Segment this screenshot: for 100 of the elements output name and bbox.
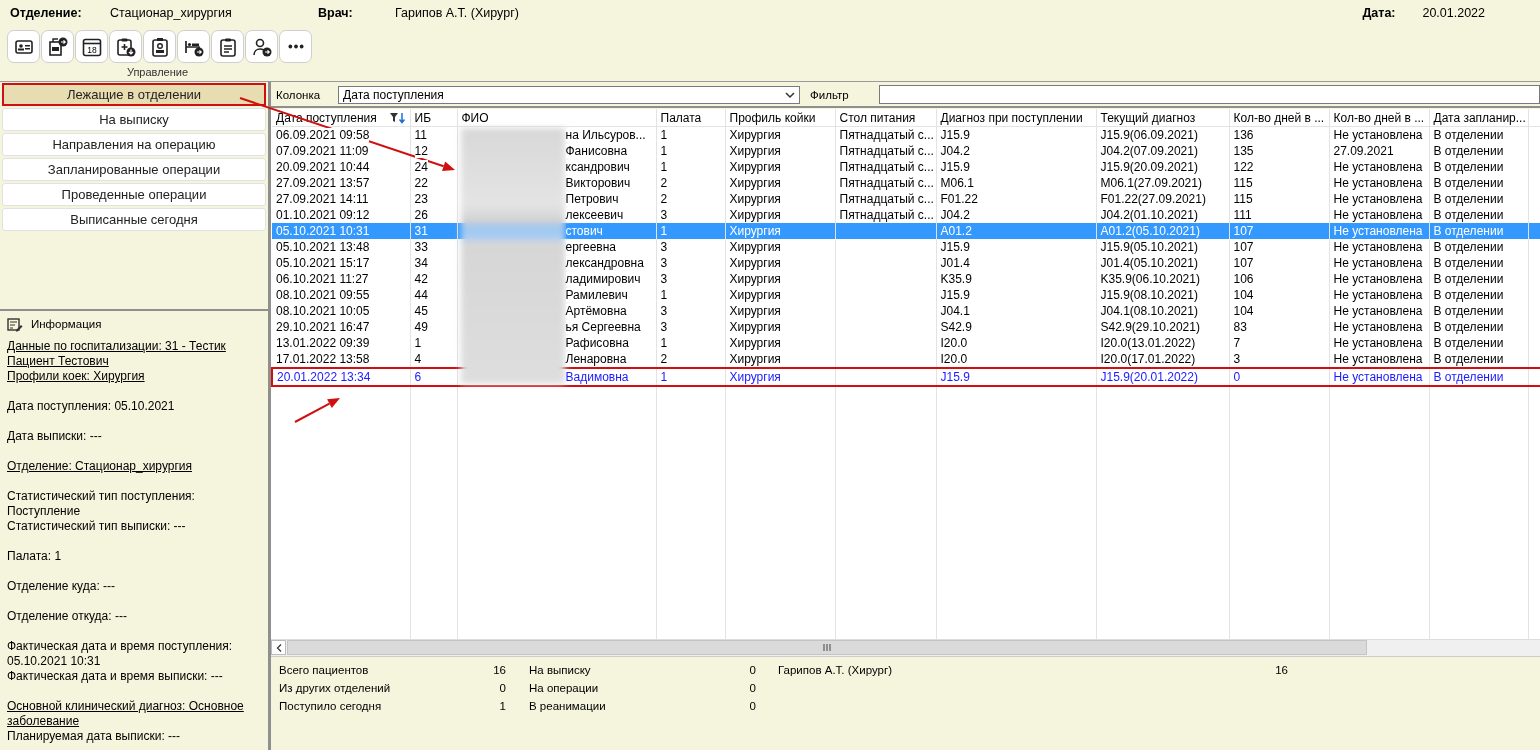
table-cell: Не установлена bbox=[1329, 335, 1429, 351]
column-header[interactable]: Текущий диагноз bbox=[1096, 109, 1229, 127]
clipboard-plus-button[interactable] bbox=[109, 30, 142, 63]
table-cell: 1 bbox=[656, 223, 725, 239]
table-cell: Хирургия bbox=[725, 271, 835, 287]
table-cell: Не установлена bbox=[1329, 368, 1429, 386]
filter-field[interactable] bbox=[878, 85, 1540, 104]
table-cell: 12 bbox=[410, 143, 457, 159]
filter-sort-icon bbox=[389, 111, 406, 124]
chevron-left-icon bbox=[275, 643, 282, 652]
person-arrow-button[interactable] bbox=[245, 30, 278, 63]
info-text: Дата выписки: --- bbox=[7, 429, 103, 444]
table-cell: Не установлена bbox=[1329, 319, 1429, 335]
department-name: Стационар_хирургия bbox=[110, 5, 233, 20]
bed-arrow-button[interactable] bbox=[177, 30, 210, 63]
table-cell: S42.9 bbox=[936, 319, 1096, 335]
table-cell: J15.9(20.09.2021) bbox=[1096, 159, 1229, 175]
info-link[interactable]: Данные по госпитализации: 31 - Тестик Пациент Тестович bbox=[7, 339, 257, 369]
table-cell: 31 bbox=[410, 223, 457, 239]
table-cell: В отделении bbox=[1429, 223, 1528, 239]
table-cell: Пятнадцатый с... bbox=[835, 207, 936, 223]
table-cell: В отделении bbox=[1429, 255, 1528, 271]
clipboard-button[interactable] bbox=[211, 30, 244, 63]
table-cell: J15.9 bbox=[936, 239, 1096, 255]
table-cell: Не установлена bbox=[1329, 207, 1429, 223]
table-cell: J04.2 bbox=[936, 207, 1096, 223]
column-header[interactable]: Дата поступления bbox=[272, 109, 410, 127]
scroll-left-button[interactable] bbox=[271, 640, 286, 655]
table-cell: J01.4 bbox=[936, 255, 1096, 271]
table-cell: J15.9(08.10.2021) bbox=[1096, 287, 1229, 303]
table-cell: Хирургия bbox=[725, 303, 835, 319]
table-cell: Пятнадцатый с... bbox=[835, 143, 936, 159]
table-cell: I20.0 bbox=[936, 335, 1096, 351]
table-cell: 45 bbox=[410, 303, 457, 319]
table-cell: 3 bbox=[656, 271, 725, 287]
column-header[interactable]: Стол питания bbox=[835, 109, 936, 127]
column-header[interactable]: Диагноз при поступлении bbox=[936, 109, 1096, 127]
column-header[interactable]: Кол-во дней в ... bbox=[1229, 109, 1329, 127]
table-cell: 05.10.2021 10:31 bbox=[272, 223, 410, 239]
table-cell: 107 bbox=[1229, 255, 1329, 271]
document-arrow-button[interactable] bbox=[41, 30, 74, 63]
table-cell: 1 bbox=[656, 143, 725, 159]
table-cell: S42.9(29.10.2021) bbox=[1096, 319, 1229, 335]
scrollbar-thumb[interactable] bbox=[287, 640, 1367, 655]
annotation-arrow bbox=[294, 398, 340, 423]
table-cell: 33 bbox=[410, 239, 457, 255]
column-header[interactable]: Дата запланир... bbox=[1429, 109, 1528, 127]
column-header[interactable]: ФИО bbox=[457, 109, 656, 127]
info-link[interactable]: Отделение: Стационар_хирургия bbox=[7, 459, 257, 474]
more-button[interactable] bbox=[279, 30, 312, 63]
info-text: Отделение куда: --- bbox=[7, 579, 117, 594]
table-cell: K35.9(06.10.2021) bbox=[1096, 271, 1229, 287]
table-cell: Пятнадцатый с... bbox=[835, 159, 936, 175]
table-cell: J15.9 bbox=[936, 368, 1096, 386]
nav-button[interactable]: Выписанные сегодня bbox=[2, 208, 266, 231]
nav-button[interactable]: Лежащие в отделении bbox=[2, 83, 266, 106]
column-header[interactable]: Палата bbox=[656, 109, 725, 127]
table-cell: Не установлена bbox=[1329, 191, 1429, 207]
column-dropdown[interactable]: Дата поступления bbox=[338, 85, 801, 104]
table-cell: 3 bbox=[656, 319, 725, 335]
nav-button[interactable]: Направления на операцию bbox=[2, 133, 266, 156]
table-cell: 115 bbox=[1229, 175, 1329, 191]
table-cell: В отделении bbox=[1429, 207, 1528, 223]
table-cell: Не установлена bbox=[1329, 239, 1429, 255]
table-cell: В отделении bbox=[1429, 191, 1528, 207]
table-cell: 42 bbox=[410, 271, 457, 287]
table-cell: Хирургия bbox=[725, 255, 835, 271]
info-link[interactable]: Профили коек: Хирургия bbox=[7, 369, 257, 384]
nav-button[interactable]: Запланированные операции bbox=[2, 158, 266, 181]
table-cell: 83 bbox=[1229, 319, 1329, 335]
info-link[interactable]: Основной клинический диагноз: Основное заболевание bbox=[7, 699, 257, 729]
summary-label: Гарипов А.Т. (Хирург) bbox=[778, 664, 892, 676]
table-cell: Не установлена bbox=[1329, 255, 1429, 271]
id-card-button[interactable] bbox=[7, 30, 40, 63]
summary-label: Из других отделений bbox=[279, 682, 391, 694]
table-cell: Хирургия bbox=[725, 159, 835, 175]
table-cell: Не установлена bbox=[1329, 159, 1429, 175]
table-cell: Не установлена bbox=[1329, 223, 1429, 239]
summary-label: На выписку bbox=[529, 664, 591, 676]
table-cell: Не установлена bbox=[1329, 303, 1429, 319]
table-cell: M06.1 bbox=[936, 175, 1096, 191]
column-header[interactable]: Кол-во дней в ... bbox=[1329, 109, 1429, 127]
info-text: Фактическая дата и время поступления: 05.10.2021 10:31 bbox=[7, 639, 234, 669]
column-header[interactable]: ИБ bbox=[410, 109, 457, 127]
table-cell: J15.9 bbox=[936, 159, 1096, 175]
nav-button[interactable]: На выписку bbox=[2, 108, 266, 131]
badge-button[interactable] bbox=[143, 30, 176, 63]
info-text: Статистический тип поступления: Поступление bbox=[7, 489, 196, 519]
table-cell: 20.01.2022 13:34 bbox=[272, 368, 410, 386]
summary-value: 0 bbox=[499, 682, 506, 694]
table-cell: 1 bbox=[656, 335, 725, 351]
table-cell: J04.2 bbox=[936, 143, 1096, 159]
column-header[interactable]: Профиль койки bbox=[725, 109, 835, 127]
table-cell: J15.9 bbox=[936, 287, 1096, 303]
table-cell: В отделении bbox=[1429, 319, 1528, 335]
nav-button[interactable]: Проведенные операции bbox=[2, 183, 266, 206]
table-cell: В отделении bbox=[1429, 303, 1528, 319]
chevron-down-icon bbox=[785, 90, 796, 99]
table-cell: J01.4(05.10.2021) bbox=[1096, 255, 1229, 271]
table-cell: 1 bbox=[656, 159, 725, 175]
